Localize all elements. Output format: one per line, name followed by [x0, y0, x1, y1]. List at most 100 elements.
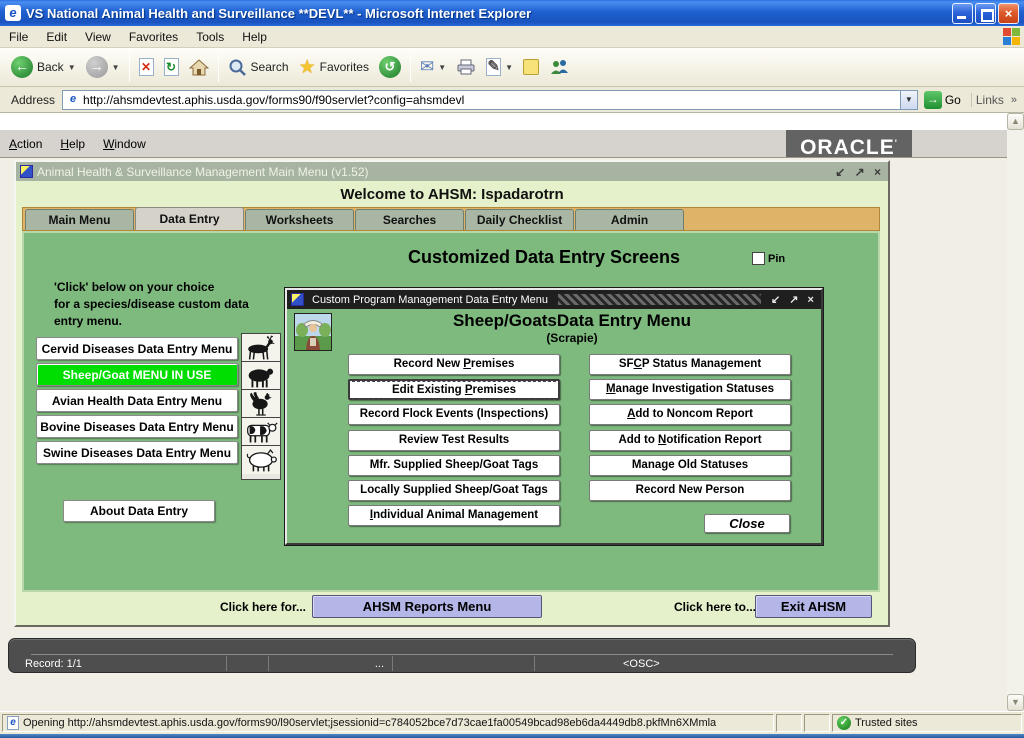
- manage-old-statuses-button[interactable]: Manage Old Statuses: [589, 455, 791, 476]
- console-message-line: [31, 642, 893, 655]
- add-to-noncom-report-button[interactable]: Add to Noncom Report: [589, 404, 791, 425]
- edit-button[interactable]: ✎ ▼: [481, 55, 518, 79]
- links-label[interactable]: Links: [971, 93, 1008, 107]
- custom-program-dialog: Custom Program Management Data Entry Men…: [285, 288, 823, 545]
- about-data-entry-button[interactable]: About Data Entry: [63, 500, 215, 522]
- tab-worksheets[interactable]: Worksheets: [245, 209, 354, 230]
- add-to-notification-report-button[interactable]: Add to Notification Report: [589, 430, 791, 451]
- standard-toolbar: ← Back ▼ → ▼ ✕ ↻ Search ★ Favorites: [0, 48, 1024, 87]
- ie-logo-icon: e: [5, 5, 21, 21]
- sheep-goat-menu-in-use-button[interactable]: Sheep/Goat MENU IN USE: [36, 363, 238, 386]
- scroll-down-button[interactable]: ▼: [1007, 694, 1024, 711]
- oracle-menu-help[interactable]: Help: [51, 135, 94, 153]
- label-text: A: [9, 137, 17, 151]
- individual-animal-management-button[interactable]: Individual Animal Management: [348, 505, 560, 526]
- instruction-text: 'Click' below on your choice for a speci…: [54, 279, 249, 330]
- exit-ahsm-button[interactable]: Exit AHSM: [755, 595, 872, 618]
- status-bar: e Opening http://ahsmdevtest.aphis.usda.…: [0, 711, 1024, 734]
- stop-icon: ✕: [139, 58, 154, 76]
- manage-investigation-statuses-button[interactable]: Manage Investigation Statuses: [589, 379, 791, 400]
- data-entry-panel: Customized Data Entry Screens Pin 'Click…: [22, 231, 880, 592]
- forward-button[interactable]: → ▼: [81, 53, 125, 81]
- address-bar: Address e ▼ → Go Links »: [0, 87, 1024, 113]
- review-test-results-button[interactable]: Review Test Results: [348, 430, 560, 451]
- console-cell: [393, 656, 535, 671]
- swine-menu-button[interactable]: Swine Diseases Data Entry Menu: [36, 441, 238, 464]
- label-text: Add to: [618, 434, 658, 446]
- discuss-icon: [523, 59, 539, 75]
- cow-icon: [242, 418, 280, 446]
- address-label: Address: [4, 93, 62, 107]
- tab-daily-checklist[interactable]: Daily Checklist: [465, 209, 574, 230]
- search-button[interactable]: Search: [223, 55, 294, 80]
- address-input[interactable]: [83, 92, 900, 108]
- label-text: P: [465, 384, 473, 396]
- record-new-person-button[interactable]: Record New Person: [589, 480, 791, 501]
- home-button[interactable]: [184, 55, 214, 80]
- avian-menu-button[interactable]: Avian Health Data Entry Menu: [36, 389, 238, 412]
- links-chevron-icon[interactable]: »: [1008, 94, 1020, 106]
- security-zone-cell: ✓ Trusted sites: [832, 714, 1022, 732]
- address-dropdown-icon[interactable]: ▼: [900, 91, 917, 109]
- messenger-button[interactable]: [544, 55, 574, 79]
- label-text: remises: [473, 384, 516, 396]
- dialog-window-controls[interactable]: ↙ ↗ ×: [771, 293, 817, 306]
- tab-main-menu[interactable]: Main Menu: [25, 209, 134, 230]
- cervid-menu-button[interactable]: Cervid Diseases Data Entry Menu: [36, 337, 238, 360]
- close-dialog-button[interactable]: Close: [704, 514, 790, 533]
- messenger-icon: [549, 58, 569, 76]
- tab-searches[interactable]: Searches: [355, 209, 464, 230]
- close-button[interactable]: ×: [998, 3, 1019, 24]
- edit-existing-premises-button[interactable]: Edit Existing Premises: [348, 379, 560, 400]
- stop-button[interactable]: ✕: [134, 55, 159, 79]
- record-new-premises-button[interactable]: Record New Premises: [348, 354, 560, 375]
- oracle-menu-window[interactable]: Window: [94, 135, 155, 153]
- tab-data-entry[interactable]: Data Entry: [135, 207, 244, 230]
- welcome-text: Welcome to AHSM: Ispadarotrn: [16, 186, 888, 203]
- dialog-title-bar: Custom Program Management Data Entry Men…: [287, 290, 821, 309]
- mdi-window-controls[interactable]: ↙ ↗ ×: [835, 165, 884, 179]
- print-icon: [456, 58, 476, 76]
- menu-help[interactable]: Help: [233, 27, 276, 47]
- menu-file[interactable]: File: [0, 27, 37, 47]
- vertical-scrollbar[interactable]: ▲ ▼: [1007, 113, 1024, 711]
- reports-caption: Click here for...: [156, 600, 306, 614]
- go-button[interactable]: → Go: [918, 91, 967, 109]
- dialog-grip-pattern: [558, 294, 761, 305]
- back-button[interactable]: ← Back ▼: [6, 53, 81, 81]
- go-label: Go: [945, 93, 961, 107]
- ahsm-reports-menu-button[interactable]: AHSM Reports Menu: [312, 595, 542, 618]
- pin-checkbox[interactable]: [752, 252, 765, 265]
- label-text: P Status Management: [642, 358, 761, 370]
- rooster-icon: [242, 390, 280, 418]
- refresh-button[interactable]: ↻: [159, 55, 184, 79]
- instruction-line: 'Click' below on your choice: [54, 279, 249, 296]
- print-button[interactable]: [451, 55, 481, 79]
- locally-supplied-tags-button[interactable]: Locally Supplied Sheep/Goat Tags: [348, 480, 560, 501]
- mdi-title: Animal Health & Surveillance Management …: [37, 165, 369, 179]
- bovine-menu-button[interactable]: Bovine Diseases Data Entry Menu: [36, 415, 238, 438]
- instruction-line: for a species/disease custom data: [54, 296, 249, 313]
- menu-favorites[interactable]: Favorites: [120, 27, 187, 47]
- discuss-button[interactable]: [518, 56, 544, 78]
- menu-edit[interactable]: Edit: [37, 27, 76, 47]
- label-text: SF: [619, 358, 634, 370]
- oracle-menu-action[interactable]: Action: [0, 135, 51, 153]
- record-flock-events-button[interactable]: Record Flock Events (Inspections): [348, 404, 560, 425]
- minimize-button[interactable]: [952, 3, 973, 24]
- label-text: otification Report: [666, 434, 761, 446]
- dialog-subheading: (Scrapie): [337, 331, 807, 345]
- scroll-up-button[interactable]: ▲: [1007, 113, 1024, 130]
- label-text: W: [103, 137, 114, 151]
- sfcp-status-management-button[interactable]: SFCP Status Management: [589, 354, 791, 375]
- tab-admin[interactable]: Admin: [575, 209, 684, 230]
- mail-button[interactable]: ✉ ▼: [415, 54, 451, 80]
- restore-button[interactable]: [975, 3, 996, 24]
- mdi-title-bar: Animal Health & Surveillance Management …: [16, 162, 888, 181]
- menu-view[interactable]: View: [76, 27, 120, 47]
- favorites-button[interactable]: ★ Favorites: [294, 53, 374, 82]
- oracle-status-console: Record: 1/1 ... <OSC>: [8, 638, 916, 673]
- menu-tools[interactable]: Tools: [187, 27, 233, 47]
- mfr-supplied-tags-button[interactable]: Mfr. Supplied Sheep/Goat Tags: [348, 455, 560, 476]
- history-button[interactable]: ↺: [374, 53, 406, 81]
